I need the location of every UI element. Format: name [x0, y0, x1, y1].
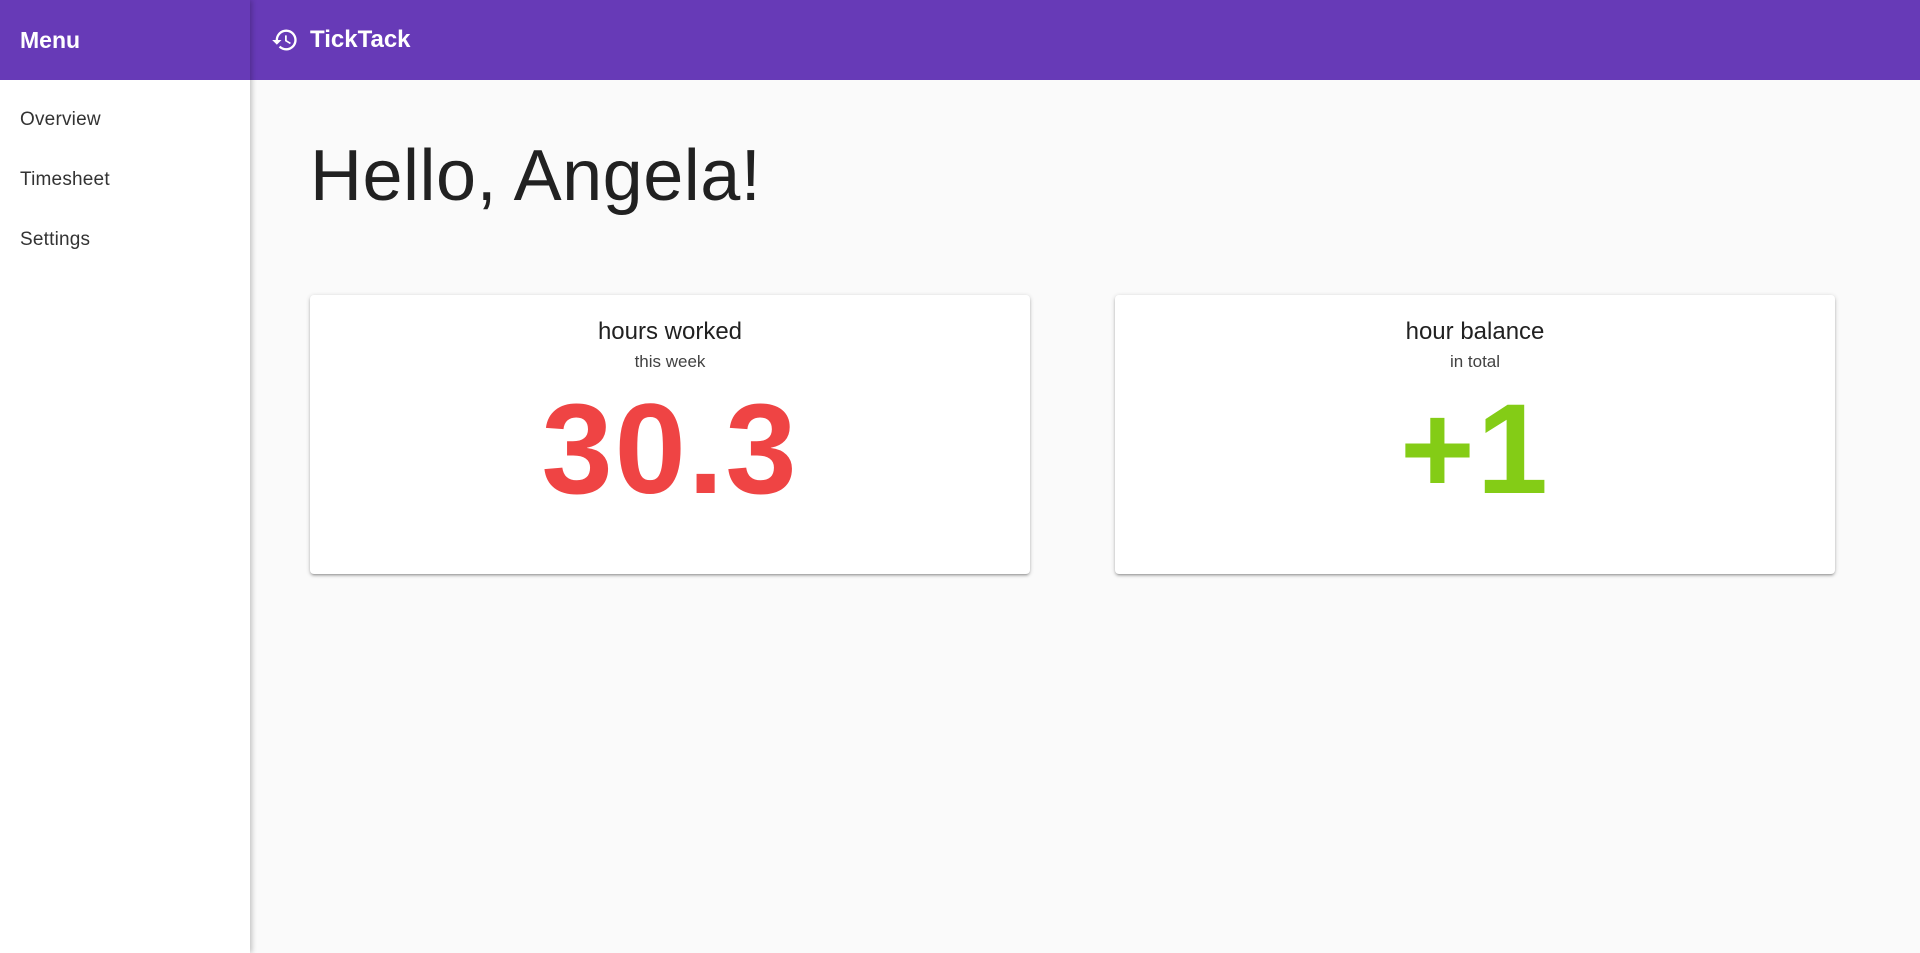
- app: Menu Overview Timesheet Settings TickTac…: [0, 0, 1920, 953]
- app-title[interactable]: TickTack: [310, 26, 411, 54]
- hour-balance-value: +1: [1400, 378, 1550, 521]
- card-subtitle: in total: [1449, 352, 1501, 371]
- main-content: Hello, Angela! hours worked this week 30…: [250, 80, 1920, 953]
- hours-worked-card: hours worked this week 30.3: [310, 295, 1030, 574]
- sidebar-item-settings[interactable]: Settings: [0, 210, 250, 270]
- sidebar-item-timesheet[interactable]: Timesheet: [0, 150, 250, 210]
- card-subtitle: this week: [634, 352, 706, 371]
- history-icon: [270, 25, 300, 55]
- hours-worked-value: 30.3: [541, 378, 799, 521]
- hour-balance-card: hour balance in total +1: [1115, 295, 1835, 574]
- card-title: hours worked: [597, 318, 743, 345]
- sidebar: Menu Overview Timesheet Settings: [0, 0, 250, 953]
- greeting-heading: Hello, Angela!: [310, 136, 762, 216]
- sidebar-item-overview[interactable]: Overview: [0, 90, 250, 150]
- sidebar-header: Menu: [0, 0, 250, 80]
- card-title: hour balance: [1405, 318, 1545, 345]
- topbar: TickTack: [250, 0, 1920, 80]
- sidebar-nav: Overview Timesheet Settings: [0, 80, 250, 270]
